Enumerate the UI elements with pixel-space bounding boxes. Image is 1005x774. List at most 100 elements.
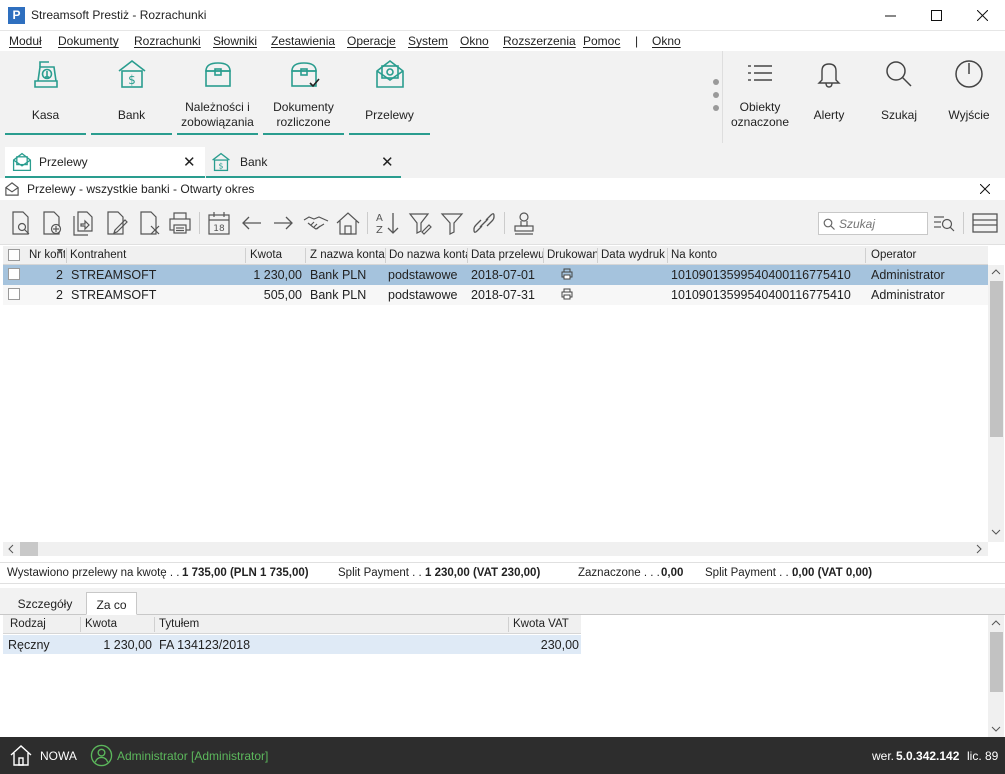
link-icon[interactable] bbox=[471, 210, 497, 236]
column-header-z-nazwa-konta[interactable]: Z nazwa konta bbox=[310, 249, 385, 261]
ribbon-obiekty-oznaczone-button[interactable]: Obiekty oznaczone bbox=[724, 51, 796, 135]
column-header-data-wydruku[interactable]: Data wydruku bbox=[601, 249, 665, 261]
scroll-left-icon[interactable] bbox=[7, 544, 15, 554]
menu-okno[interactable]: Okno bbox=[460, 34, 489, 48]
tab-bank-close-icon[interactable]: ✕ bbox=[381, 153, 394, 171]
cell-do-nazwa-konta: podstawowe bbox=[388, 268, 458, 282]
status-version-prefix: wer. bbox=[872, 749, 895, 763]
column-header-do-nazwa-konta[interactable]: Do nazwa konta bbox=[389, 249, 467, 261]
filter-icon[interactable] bbox=[439, 210, 465, 236]
grid-horizontal-scroll-thumb[interactable] bbox=[20, 542, 38, 556]
edit-document-icon[interactable] bbox=[103, 210, 129, 236]
details-vertical-scroll-thumb[interactable] bbox=[990, 632, 1003, 692]
cell-kwota: 1 230,00 bbox=[253, 268, 302, 282]
ribbon-naleznosci-underline bbox=[177, 133, 258, 135]
ribbon-dokumenty-underline bbox=[263, 133, 344, 135]
arrow-left-icon[interactable] bbox=[240, 210, 264, 236]
grid-vertical-scroll-thumb[interactable] bbox=[990, 281, 1003, 437]
close-window-button[interactable] bbox=[959, 0, 1005, 31]
scroll-up-icon[interactable] bbox=[991, 619, 1001, 627]
filter-edit-icon[interactable] bbox=[407, 210, 433, 236]
row-checkbox[interactable] bbox=[8, 288, 20, 300]
select-all-checkbox[interactable] bbox=[8, 249, 20, 261]
menu-slowniki[interactable]: Słowniki bbox=[213, 34, 257, 48]
search-box[interactable] bbox=[818, 212, 928, 235]
minimize-button[interactable] bbox=[867, 0, 913, 31]
arrow-right-icon[interactable] bbox=[271, 210, 295, 236]
grid-horizontal-scrollbar[interactable] bbox=[3, 542, 988, 556]
svg-text:$: $ bbox=[128, 73, 136, 87]
scroll-down-icon[interactable] bbox=[991, 725, 1001, 733]
menu-dokumenty[interactable]: Dokumenty bbox=[58, 34, 119, 48]
delete-document-icon[interactable] bbox=[136, 210, 162, 236]
column-header-kontrahent[interactable]: Kontrahent bbox=[70, 249, 245, 261]
tab-przelewy-close-icon[interactable]: ✕ bbox=[183, 153, 196, 171]
user-icon[interactable] bbox=[90, 744, 113, 767]
scroll-right-icon[interactable] bbox=[975, 544, 983, 554]
ribbon-grip-icon[interactable] bbox=[710, 77, 722, 117]
status-home-label[interactable]: NOWA bbox=[40, 749, 77, 763]
layout-panel-icon[interactable] bbox=[971, 212, 999, 234]
column-header-drukowany[interactable]: Drukowany bbox=[547, 249, 597, 261]
home-icon[interactable] bbox=[9, 743, 33, 767]
table-row[interactable]: 2 STREAMSOFT 1 230,00 Bank PLN podstawow… bbox=[3, 265, 988, 285]
menu-system[interactable]: System bbox=[408, 34, 448, 48]
status-user[interactable]: Administrator [Administrator] bbox=[117, 749, 268, 763]
cell-z-nazwa-konta: Bank PLN bbox=[310, 268, 367, 282]
table-row[interactable]: Ręczny 1 230,00 FA 134123/2018 230,00 bbox=[3, 635, 581, 654]
summary-issued-value: 1 735,00 (PLN 1 735,00) bbox=[182, 567, 309, 579]
menu-rozrachunki[interactable]: Rozrachunki bbox=[134, 34, 201, 48]
sort-az-icon[interactable]: A Z bbox=[373, 210, 403, 236]
cell-kontrahent: STREAMSOFT bbox=[71, 268, 157, 282]
copy-document-icon[interactable] bbox=[70, 210, 96, 236]
ribbon-alerty-button[interactable]: Alerty bbox=[796, 51, 862, 135]
tab-przelewy[interactable]: Przelewy ✕ bbox=[5, 147, 205, 178]
calendar-icon[interactable]: 18 bbox=[206, 210, 232, 236]
summary-selected-value: 0,00 bbox=[661, 567, 684, 579]
column-header-kwota[interactable]: Kwota bbox=[85, 618, 153, 630]
menu-modul[interactable]: Moduł bbox=[9, 34, 42, 48]
print-icon[interactable] bbox=[167, 210, 193, 236]
ribbon-wyjscie-label: Wyjście bbox=[948, 108, 990, 122]
column-header-kwota-vat[interactable]: Kwota VAT bbox=[513, 618, 579, 630]
preview-document-icon[interactable] bbox=[8, 210, 34, 236]
column-header-tytulem[interactable]: Tytułem bbox=[159, 618, 509, 630]
ribbon-naleznosci-button[interactable]: Należności i zobowiązania bbox=[177, 51, 258, 135]
scroll-up-icon[interactable] bbox=[991, 268, 1001, 276]
ribbon-przelewy-button[interactable]: Przelewy bbox=[349, 51, 430, 135]
grid-header: Nr kont Kontrahent Kwota Z nazwa konta D… bbox=[3, 246, 988, 265]
menu-operacje[interactable]: Operacje bbox=[347, 34, 396, 48]
svg-text:A: A bbox=[376, 213, 383, 224]
column-header-na-konto[interactable]: Na konto bbox=[671, 249, 861, 261]
table-row[interactable]: 2 STREAMSOFT 505,00 Bank PLN podstawowe … bbox=[3, 285, 988, 305]
ribbon-dokumenty-rozliczone-button[interactable]: Dokumenty rozliczone bbox=[263, 51, 344, 135]
column-header-rodzaj[interactable]: Rodzaj bbox=[10, 618, 80, 630]
column-header-operator[interactable]: Operator bbox=[871, 249, 981, 261]
cell-data-przelewu: 2018-07-31 bbox=[471, 288, 535, 302]
maximize-button[interactable] bbox=[913, 0, 959, 31]
tab-szczegoly[interactable]: Szczegóły bbox=[8, 592, 82, 615]
row-checkbox[interactable] bbox=[8, 268, 20, 280]
toolbar: 18 A Z bbox=[0, 200, 1005, 245]
menu-rozszerzenia[interactable]: Rozszerzenia bbox=[503, 34, 576, 48]
search-input[interactable] bbox=[839, 216, 925, 231]
home-icon[interactable] bbox=[335, 210, 361, 236]
subwindow-close-icon[interactable] bbox=[980, 184, 990, 194]
column-header-data-przelewu[interactable]: Data przelewu bbox=[471, 249, 543, 261]
ribbon-bank-button[interactable]: $ Bank bbox=[91, 51, 172, 135]
menu-pomoc[interactable]: Pomoc bbox=[583, 34, 620, 48]
add-document-icon[interactable] bbox=[39, 210, 65, 236]
menu-zestawienia[interactable]: Zestawienia bbox=[271, 34, 335, 48]
ribbon-szukaj-button[interactable]: Szukaj bbox=[866, 51, 932, 135]
ribbon-kasa-button[interactable]: Kasa bbox=[5, 51, 86, 135]
menu-okno-2[interactable]: Okno bbox=[652, 34, 681, 48]
stamp-icon[interactable] bbox=[511, 210, 537, 236]
handshake-icon[interactable] bbox=[302, 210, 330, 236]
column-header-kwota[interactable]: Kwota bbox=[250, 249, 302, 261]
ribbon-wyjscie-button[interactable]: Wyjście bbox=[936, 51, 1002, 135]
scroll-down-icon[interactable] bbox=[991, 528, 1001, 536]
tab-bank[interactable]: $ Bank ✕ bbox=[206, 147, 401, 178]
tab-za-co[interactable]: Za co bbox=[86, 592, 137, 615]
details-grid: Rodzaj Kwota Tytułem Kwota VAT Ręczny 1 … bbox=[3, 615, 988, 737]
advanced-search-icon[interactable] bbox=[932, 212, 956, 234]
